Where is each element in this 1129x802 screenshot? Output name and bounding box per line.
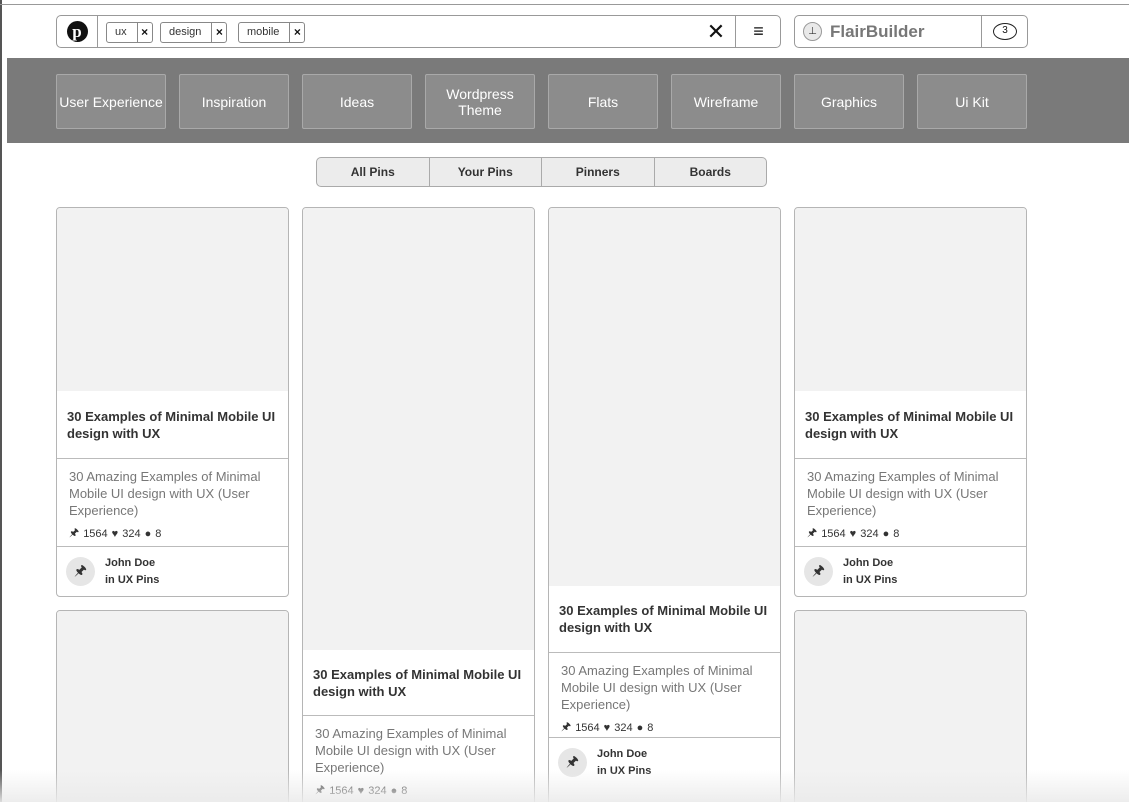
category-inspiration[interactable]: Inspiration <box>179 74 289 129</box>
comment-count: 8 <box>401 784 408 797</box>
category-wireframe[interactable]: Wireframe <box>671 74 781 129</box>
notifications-button[interactable]: 3 <box>981 16 1028 47</box>
like-count: 324 <box>860 527 879 540</box>
pin-stats: 🖈 1564 ♥ 324 ● 8 <box>303 776 534 800</box>
pin-title[interactable]: 30 Examples of Minimal Mobile UI design … <box>57 391 288 459</box>
pin-attribution-text: John Doe in UX Pins <box>843 555 897 589</box>
search-tag-label: mobile <box>239 23 291 42</box>
brand-name: FlairBuilder <box>830 22 925 41</box>
pin-description: 30 Amazing Examples of Minimal Mobile UI… <box>807 469 999 518</box>
pin-title[interactable]: 30 Examples of Minimal Mobile UI design … <box>303 650 534 716</box>
comment-icon: ● <box>390 784 398 797</box>
pin-description: 30 Amazing Examples of Minimal Mobile UI… <box>315 726 507 775</box>
repin-count: 1564 <box>575 721 600 734</box>
pin-description: 30 Amazing Examples of Minimal Mobile UI… <box>69 469 261 518</box>
heart-icon: ♥ <box>849 527 857 540</box>
comment-icon: ● <box>144 527 152 540</box>
pin-image[interactable] <box>57 208 288 391</box>
comment-icon: ● <box>636 721 644 734</box>
pin-title[interactable]: 30 Examples of Minimal Mobile UI design … <box>795 391 1026 459</box>
user-box[interactable]: ⊥ FlairBuilder 3 <box>794 15 1028 48</box>
pin-icon: ⊥ <box>803 22 822 41</box>
board-name[interactable]: in UX Pins <box>597 763 651 780</box>
heart-icon: ♥ <box>603 721 611 734</box>
heart-icon: ♥ <box>111 527 119 540</box>
menu-icon[interactable]: ≡ <box>735 16 781 47</box>
search-tag-label: design <box>161 23 213 42</box>
author-name[interactable]: John Doe <box>105 555 159 572</box>
pin-image[interactable] <box>795 611 1026 802</box>
pin-card[interactable] <box>794 610 1027 802</box>
author-name[interactable]: John Doe <box>597 746 651 763</box>
pinterest-logo-glyph: p <box>66 21 88 42</box>
comment-count: 8 <box>893 527 900 540</box>
search-tag-label: ux <box>107 23 138 42</box>
board-name[interactable]: in UX Pins <box>105 572 159 589</box>
pin-image[interactable] <box>303 208 534 650</box>
remove-tag-icon[interactable]: × <box>290 23 304 42</box>
clear-search-button[interactable]: ✕ <box>697 16 735 47</box>
category-bar: User Experience Inspiration Ideas Wordpr… <box>7 58 1129 143</box>
category-ui-kit[interactable]: Ui Kit <box>917 74 1027 129</box>
pinterest-logo-icon[interactable]: p <box>57 16 98 47</box>
tab-all-pins[interactable]: All Pins <box>317 158 430 186</box>
pin-attribution-text: John Doe in UX Pins <box>597 746 651 780</box>
search-box[interactable]: p ux × design × mobile × ✕ ≡ <box>56 15 781 48</box>
pin-avatar-icon: 🖈 <box>804 557 833 586</box>
tab-boards[interactable]: Boards <box>655 158 767 186</box>
board-name[interactable]: in UX Pins <box>843 572 897 589</box>
pin-attribution-text: John Doe in UX Pins <box>105 555 159 589</box>
pin-image[interactable] <box>549 208 780 586</box>
repin-count: 1564 <box>83 527 108 540</box>
like-count: 324 <box>368 784 387 797</box>
category-user-experience[interactable]: User Experience <box>56 74 166 129</box>
search-tag: design × <box>160 22 228 43</box>
pin-description: 30 Amazing Examples of Minimal Mobile UI… <box>561 663 753 712</box>
pin-attribution[interactable]: 🖈 John Doe in UX Pins <box>549 737 780 787</box>
pin-icon: 🖈 <box>561 721 572 733</box>
window-frame-top <box>0 4 1129 5</box>
like-count: 324 <box>614 721 633 734</box>
repin-count: 1564 <box>821 527 846 540</box>
comment-count: 8 <box>155 527 162 540</box>
tab-pinners[interactable]: Pinners <box>542 158 655 186</box>
pin-avatar-icon: 🖈 <box>558 748 587 777</box>
pin-image[interactable] <box>57 611 288 802</box>
pin-icon: 🖈 <box>315 784 326 796</box>
category-wordpress-theme[interactable]: Wordpress Theme <box>425 74 535 129</box>
top-bar: p ux × design × mobile × ✕ ≡ ⊥ FlairBuil… <box>56 15 1028 48</box>
category-graphics[interactable]: Graphics <box>794 74 904 129</box>
pin-avatar-icon: 🖈 <box>66 557 95 586</box>
remove-tag-icon[interactable]: × <box>138 23 152 42</box>
pin-filter-tabs: All Pins Your Pins Pinners Boards <box>316 157 767 187</box>
pin-image[interactable] <box>795 208 1026 391</box>
pin-card[interactable]: 30 Examples of Minimal Mobile UI design … <box>794 207 1027 597</box>
category-ideas[interactable]: Ideas <box>302 74 412 129</box>
pin-card[interactable]: 30 Examples of Minimal Mobile UI design … <box>548 207 781 802</box>
search-tag: ux × <box>106 22 153 43</box>
like-count: 324 <box>122 527 141 540</box>
author-name[interactable]: John Doe <box>843 555 897 572</box>
pin-card[interactable]: 30 Examples of Minimal Mobile UI design … <box>302 207 535 802</box>
comment-icon: ● <box>882 527 890 540</box>
heart-icon: ♥ <box>357 784 365 797</box>
pin-card[interactable]: 30 Examples of Minimal Mobile UI design … <box>56 207 289 597</box>
pin-stats: 🖈 1564 ♥ 324 ● 8 <box>795 519 1026 543</box>
window-frame-left <box>0 0 2 802</box>
pin-card[interactable] <box>56 610 289 802</box>
speech-bubble-icon: 3 <box>993 23 1017 40</box>
pin-attribution[interactable]: 🖈 John Doe in UX Pins <box>795 546 1026 596</box>
pin-stats: 🖈 1564 ♥ 324 ● 8 <box>57 519 288 543</box>
repin-count: 1564 <box>329 784 354 797</box>
pin-icon: 🖈 <box>69 527 80 539</box>
category-flats[interactable]: Flats <box>548 74 658 129</box>
remove-tag-icon[interactable]: × <box>212 23 226 42</box>
pin-title[interactable]: 30 Examples of Minimal Mobile UI design … <box>549 586 780 653</box>
pin-attribution[interactable]: 🖈 John Doe in UX Pins <box>57 546 288 596</box>
tab-your-pins[interactable]: Your Pins <box>430 158 542 186</box>
pin-stats: 🖈 1564 ♥ 324 ● 8 <box>549 713 780 737</box>
pin-icon: 🖈 <box>807 527 818 539</box>
search-tag: mobile × <box>238 22 306 43</box>
comment-count: 8 <box>647 721 654 734</box>
